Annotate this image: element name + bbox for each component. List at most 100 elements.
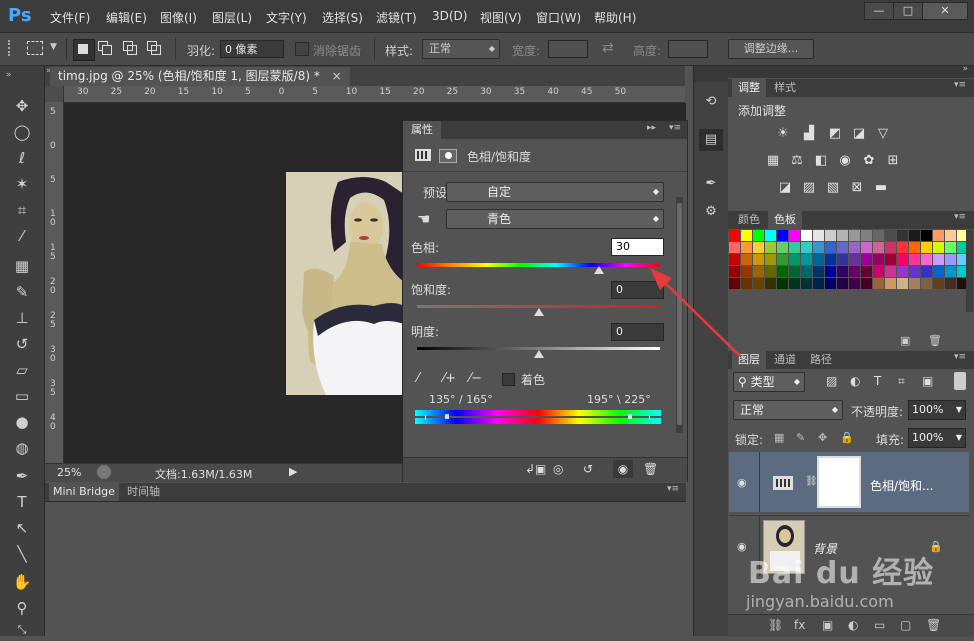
swatch[interactable] bbox=[885, 230, 896, 241]
lock-pixels-icon[interactable]: ✎ bbox=[796, 431, 805, 444]
swatch[interactable] bbox=[825, 278, 836, 289]
panel-menu-icon[interactable]: ▾≡ bbox=[954, 352, 966, 362]
color-lookup-icon[interactable]: ⊞ bbox=[884, 152, 902, 170]
gradient-tool-icon[interactable]: ▭ bbox=[10, 385, 34, 407]
swatch[interactable] bbox=[849, 266, 860, 277]
swatch[interactable] bbox=[813, 278, 824, 289]
swatch[interactable] bbox=[753, 242, 764, 253]
swatch[interactable] bbox=[789, 254, 800, 265]
swatch[interactable] bbox=[849, 230, 860, 241]
menu-item-5[interactable]: 选择(S) bbox=[322, 9, 363, 26]
menu-item-2[interactable]: 图像(I) bbox=[160, 9, 197, 26]
close-tab-icon[interactable]: × bbox=[332, 69, 342, 83]
hue-slider-track[interactable] bbox=[417, 263, 660, 267]
minimize-button[interactable]: — bbox=[864, 2, 894, 20]
tool-presets-icon[interactable]: ⚙ bbox=[699, 201, 723, 223]
swatch[interactable] bbox=[885, 254, 896, 265]
panel-scrollbar[interactable] bbox=[676, 197, 683, 433]
eyedropper-plus-icon[interactable]: ⁄+ bbox=[443, 371, 456, 386]
swatch[interactable] bbox=[729, 278, 740, 289]
lightness-input[interactable]: 0 bbox=[611, 323, 664, 341]
zoom-value[interactable]: 25% bbox=[57, 466, 81, 479]
reset-icon[interactable]: ↺ bbox=[583, 462, 593, 476]
swatch[interactable] bbox=[729, 254, 740, 265]
swatch[interactable] bbox=[945, 266, 956, 277]
swatch[interactable] bbox=[861, 266, 872, 277]
maximize-button[interactable]: □ bbox=[893, 2, 923, 20]
magic-wand-tool-icon[interactable]: ✶ bbox=[10, 173, 34, 195]
swatch[interactable] bbox=[933, 278, 944, 289]
menu-item-10[interactable]: 帮助(H) bbox=[594, 9, 636, 26]
tab-color[interactable]: 颜色 bbox=[732, 211, 766, 229]
hue-saturation-icon[interactable]: ▦ bbox=[764, 152, 782, 170]
swatch[interactable] bbox=[813, 242, 824, 253]
move-tool-icon[interactable]: ✥ bbox=[10, 95, 34, 117]
swatch[interactable] bbox=[837, 266, 848, 277]
tab-channels[interactable]: 通道 bbox=[768, 351, 802, 369]
style-dropdown[interactable]: 正常 ◆ bbox=[422, 39, 500, 59]
filter-pixel-icon[interactable]: ▨ bbox=[826, 374, 837, 388]
range-handle-right[interactable] bbox=[649, 415, 650, 420]
swatch[interactable] bbox=[873, 230, 884, 241]
swatch[interactable] bbox=[801, 230, 812, 241]
lightness-slider-thumb[interactable] bbox=[533, 350, 544, 358]
colorize-checkbox[interactable] bbox=[502, 373, 515, 386]
swatch[interactable] bbox=[885, 266, 896, 277]
swatch[interactable] bbox=[873, 242, 884, 253]
menu-item-3[interactable]: 图层(L) bbox=[212, 9, 252, 26]
status-menu-icon[interactable]: ▶ bbox=[289, 465, 297, 478]
vibrance-icon[interactable]: ▽ bbox=[874, 125, 892, 143]
adjustment-icon[interactable] bbox=[415, 149, 431, 161]
swatch[interactable] bbox=[897, 278, 908, 289]
new-group-icon[interactable]: ▭ bbox=[874, 618, 885, 632]
swatch[interactable] bbox=[825, 230, 836, 241]
swatch[interactable] bbox=[837, 254, 848, 265]
swatch[interactable] bbox=[849, 254, 860, 265]
swatch[interactable] bbox=[789, 242, 800, 253]
swatch[interactable] bbox=[837, 278, 848, 289]
toolbox-collapse-icon[interactable]: » bbox=[6, 70, 12, 80]
feather-input[interactable]: 0 像素 bbox=[220, 40, 284, 58]
lasso-tool-icon[interactable]: ℓ bbox=[10, 147, 34, 169]
scrollbar-thumb[interactable] bbox=[677, 203, 682, 425]
dock-collapse-icon[interactable]: » bbox=[962, 64, 968, 74]
new-adjustment-icon[interactable]: ◐ bbox=[848, 618, 858, 632]
visibility-eye-icon[interactable]: ◉ bbox=[737, 540, 747, 553]
swatch[interactable] bbox=[741, 266, 752, 277]
lock-position-icon[interactable]: ✥ bbox=[818, 431, 827, 444]
swatch[interactable] bbox=[933, 266, 944, 277]
clip-to-layer-icon[interactable]: ↲▣ bbox=[525, 462, 546, 476]
close-window-button[interactable]: ✕ bbox=[922, 2, 968, 20]
swatch[interactable] bbox=[921, 242, 932, 253]
swatch[interactable] bbox=[777, 242, 788, 253]
swap-colors-icon[interactable]: ⤡ bbox=[10, 619, 34, 641]
gradient-map-icon[interactable]: ▬ bbox=[872, 179, 890, 197]
menu-item-4[interactable]: 文字(Y) bbox=[266, 9, 307, 26]
hand-tool-icon[interactable]: ✋ bbox=[10, 571, 34, 593]
range-handle-inner-right[interactable] bbox=[628, 414, 632, 419]
swatch[interactable] bbox=[825, 266, 836, 277]
swatch[interactable] bbox=[777, 230, 788, 241]
swatch[interactable] bbox=[885, 242, 896, 253]
share-icon[interactable] bbox=[97, 465, 111, 479]
healing-brush-tool-icon[interactable]: ▦ bbox=[10, 255, 34, 277]
swatch[interactable] bbox=[945, 254, 956, 265]
tab-styles[interactable]: 样式 bbox=[768, 79, 802, 97]
delete-icon[interactable]: 🗑 bbox=[643, 462, 658, 476]
swatch[interactable] bbox=[933, 242, 944, 253]
eyedropper-icon[interactable]: ⁄ bbox=[417, 371, 419, 386]
filter-toggle[interactable] bbox=[954, 372, 966, 390]
layer-style-icon[interactable]: fx bbox=[794, 618, 805, 632]
swatch[interactable] bbox=[849, 278, 860, 289]
swatch[interactable] bbox=[897, 230, 908, 241]
swatch[interactable] bbox=[861, 254, 872, 265]
lock-transparent-icon[interactable]: ▦ bbox=[774, 431, 784, 444]
swatch[interactable] bbox=[741, 230, 752, 241]
swatch[interactable] bbox=[873, 254, 884, 265]
swatch[interactable] bbox=[861, 278, 872, 289]
tab-adjustments[interactable]: 调整 bbox=[732, 79, 766, 97]
selective-color-icon[interactable]: ⊠ bbox=[848, 179, 866, 197]
eyedropper-minus-icon[interactable]: ⁄− bbox=[469, 371, 482, 386]
new-layer-icon[interactable]: ▢ bbox=[900, 618, 911, 632]
swatch[interactable] bbox=[837, 242, 848, 253]
